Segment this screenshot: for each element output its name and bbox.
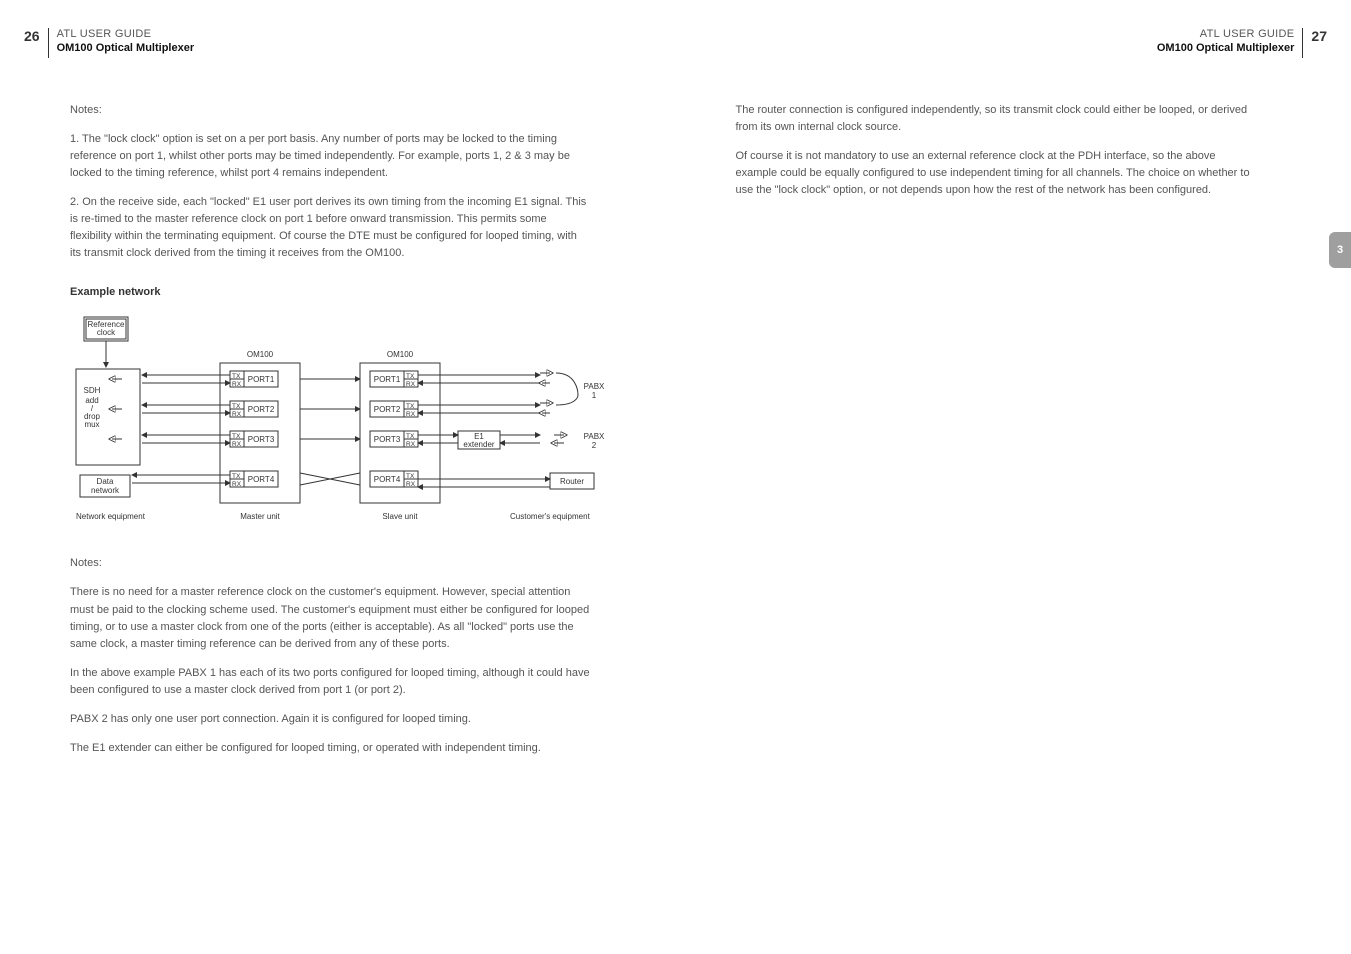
- header-divider: [48, 28, 49, 58]
- svg-text:PORT3: PORT3: [248, 435, 275, 444]
- svg-text:clock: clock: [97, 328, 116, 337]
- svg-text:SDH: SDH: [84, 386, 101, 395]
- page-number-left: 26: [24, 28, 40, 44]
- note-paragraph-3: There is no need for a master reference …: [70, 584, 590, 652]
- notes-heading-2: Notes:: [70, 555, 590, 572]
- svg-text:2: 2: [592, 441, 597, 450]
- svg-text:PORT2: PORT2: [248, 405, 275, 414]
- example-network-heading: Example network: [70, 284, 590, 301]
- svg-text:RX: RX: [232, 481, 242, 488]
- svg-text:RX: RX: [232, 411, 242, 418]
- page-number-right: 27: [1311, 28, 1327, 44]
- note-paragraph-4: In the above example PABX 1 has each of …: [70, 665, 590, 699]
- svg-text:Network equipment: Network equipment: [76, 512, 146, 521]
- svg-text:Router: Router: [560, 477, 584, 486]
- svg-text:PORT4: PORT4: [248, 475, 275, 484]
- svg-text:RX: RX: [406, 411, 416, 418]
- header-divider-right: [1302, 28, 1303, 58]
- svg-text:RX: RX: [406, 381, 416, 388]
- svg-text:PORT1: PORT1: [248, 375, 275, 384]
- svg-text:PORT1: PORT1: [374, 375, 401, 384]
- svg-text:PORT3: PORT3: [374, 435, 401, 444]
- notes-heading-1: Notes:: [70, 102, 590, 119]
- svg-text:Data: Data: [97, 477, 114, 486]
- svg-text:Customer's equipment: Customer's equipment: [510, 512, 591, 521]
- note-paragraph-6: The E1 extender can either be configured…: [70, 740, 590, 757]
- example-network-diagram: Reference clock SDH add / drop mux: [70, 313, 590, 533]
- section-tab: 3: [1329, 232, 1351, 268]
- svg-text:RX: RX: [232, 441, 242, 448]
- note-paragraph-5: PABX 2 has only one user port connection…: [70, 711, 590, 728]
- svg-text:1: 1: [592, 391, 597, 400]
- svg-text:Master unit: Master unit: [240, 512, 280, 521]
- svg-text:RX: RX: [406, 481, 416, 488]
- right-body: The router connection is configured inde…: [736, 102, 1256, 199]
- header-right: ATL USER GUIDE OM100 Optical Multiplexer…: [736, 28, 1328, 58]
- svg-text:OM100: OM100: [387, 350, 414, 359]
- svg-text:mux: mux: [84, 420, 99, 429]
- svg-text:PORT2: PORT2: [374, 405, 401, 414]
- header-guide-title-right: ATL USER GUIDE: [1157, 28, 1295, 40]
- header-product-title: OM100 Optical Multiplexer: [57, 42, 195, 54]
- section-tab-number: 3: [1337, 244, 1343, 256]
- svg-text:PABX: PABX: [584, 382, 605, 391]
- page-left: 26 ATL USER GUIDE OM100 Optical Multiple…: [0, 0, 676, 954]
- left-body: Notes: 1. The "lock clock" option is set…: [70, 102, 590, 757]
- svg-text:PABX: PABX: [584, 432, 605, 441]
- svg-text:RX: RX: [406, 441, 416, 448]
- svg-text:extender: extender: [463, 440, 494, 449]
- header-left: 26 ATL USER GUIDE OM100 Optical Multiple…: [24, 28, 616, 58]
- header-product-title-right: OM100 Optical Multiplexer: [1157, 42, 1295, 54]
- note-paragraph-2: 2. On the receive side, each "locked" E1…: [70, 194, 590, 262]
- svg-text:PORT4: PORT4: [374, 475, 401, 484]
- svg-text:RX: RX: [232, 381, 242, 388]
- svg-text:Slave unit: Slave unit: [382, 512, 418, 521]
- svg-text:OM100: OM100: [247, 350, 274, 359]
- page-right: ATL USER GUIDE OM100 Optical Multiplexer…: [676, 0, 1351, 954]
- svg-text:network: network: [91, 486, 120, 495]
- right-paragraph-1: The router connection is configured inde…: [736, 102, 1256, 136]
- note-paragraph-1: 1. The "lock clock" option is set on a p…: [70, 131, 590, 182]
- right-paragraph-2: Of course it is not mandatory to use an …: [736, 148, 1256, 199]
- header-guide-title: ATL USER GUIDE: [57, 28, 195, 40]
